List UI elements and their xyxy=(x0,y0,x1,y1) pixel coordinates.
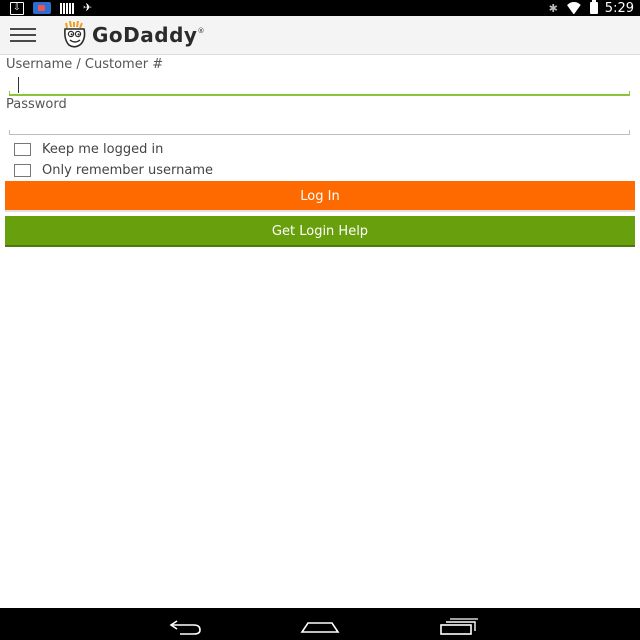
system-icons: ✱ 5:29 xyxy=(549,0,634,16)
wifi-icon xyxy=(565,2,583,14)
log-in-button[interactable]: Log In xyxy=(5,181,635,212)
godaddy-logo: GoDaddy ® xyxy=(60,20,204,50)
username-label: Username / Customer # xyxy=(6,57,164,72)
get-login-help-button[interactable]: Get Login Help xyxy=(5,216,635,247)
battery-icon xyxy=(589,0,598,14)
keep-logged-in-checkbox[interactable] xyxy=(14,143,31,156)
remember-username-checkbox[interactable] xyxy=(14,164,31,177)
airplane-icon: ✈ xyxy=(83,1,93,14)
text-cursor xyxy=(18,77,19,93)
godaddy-mascot-icon xyxy=(64,20,86,48)
password-underline xyxy=(9,130,630,135)
password-label: Password xyxy=(6,97,67,112)
username-input[interactable] xyxy=(9,73,630,95)
logo-text: GoDaddy xyxy=(92,23,198,47)
keep-logged-in-label: Keep me logged in xyxy=(42,142,164,157)
back-icon[interactable] xyxy=(164,612,204,636)
hamburger-menu-icon[interactable] xyxy=(10,28,36,43)
navigation-bar xyxy=(0,608,640,640)
username-underline xyxy=(9,91,630,96)
status-bar: ⇩ ✈ ✱ 5:29 xyxy=(0,0,640,16)
photo-icon xyxy=(33,2,51,14)
remember-username-option[interactable]: Only remember username xyxy=(14,163,213,178)
barcode-icon xyxy=(60,2,74,14)
status-time: 5:29 xyxy=(604,0,634,16)
remember-username-label: Only remember username xyxy=(42,163,214,178)
logo-trademark: ® xyxy=(197,27,205,35)
bluetooth-icon: ✱ xyxy=(548,1,558,15)
recent-apps-icon[interactable] xyxy=(438,612,478,636)
download-icon: ⇩ xyxy=(10,1,24,15)
keep-logged-in-option[interactable]: Keep me logged in xyxy=(14,142,163,157)
home-icon[interactable] xyxy=(300,612,340,636)
app-bar: GoDaddy ® xyxy=(0,16,640,55)
notification-icons: ⇩ ✈ xyxy=(10,1,92,15)
password-input[interactable] xyxy=(9,113,630,135)
